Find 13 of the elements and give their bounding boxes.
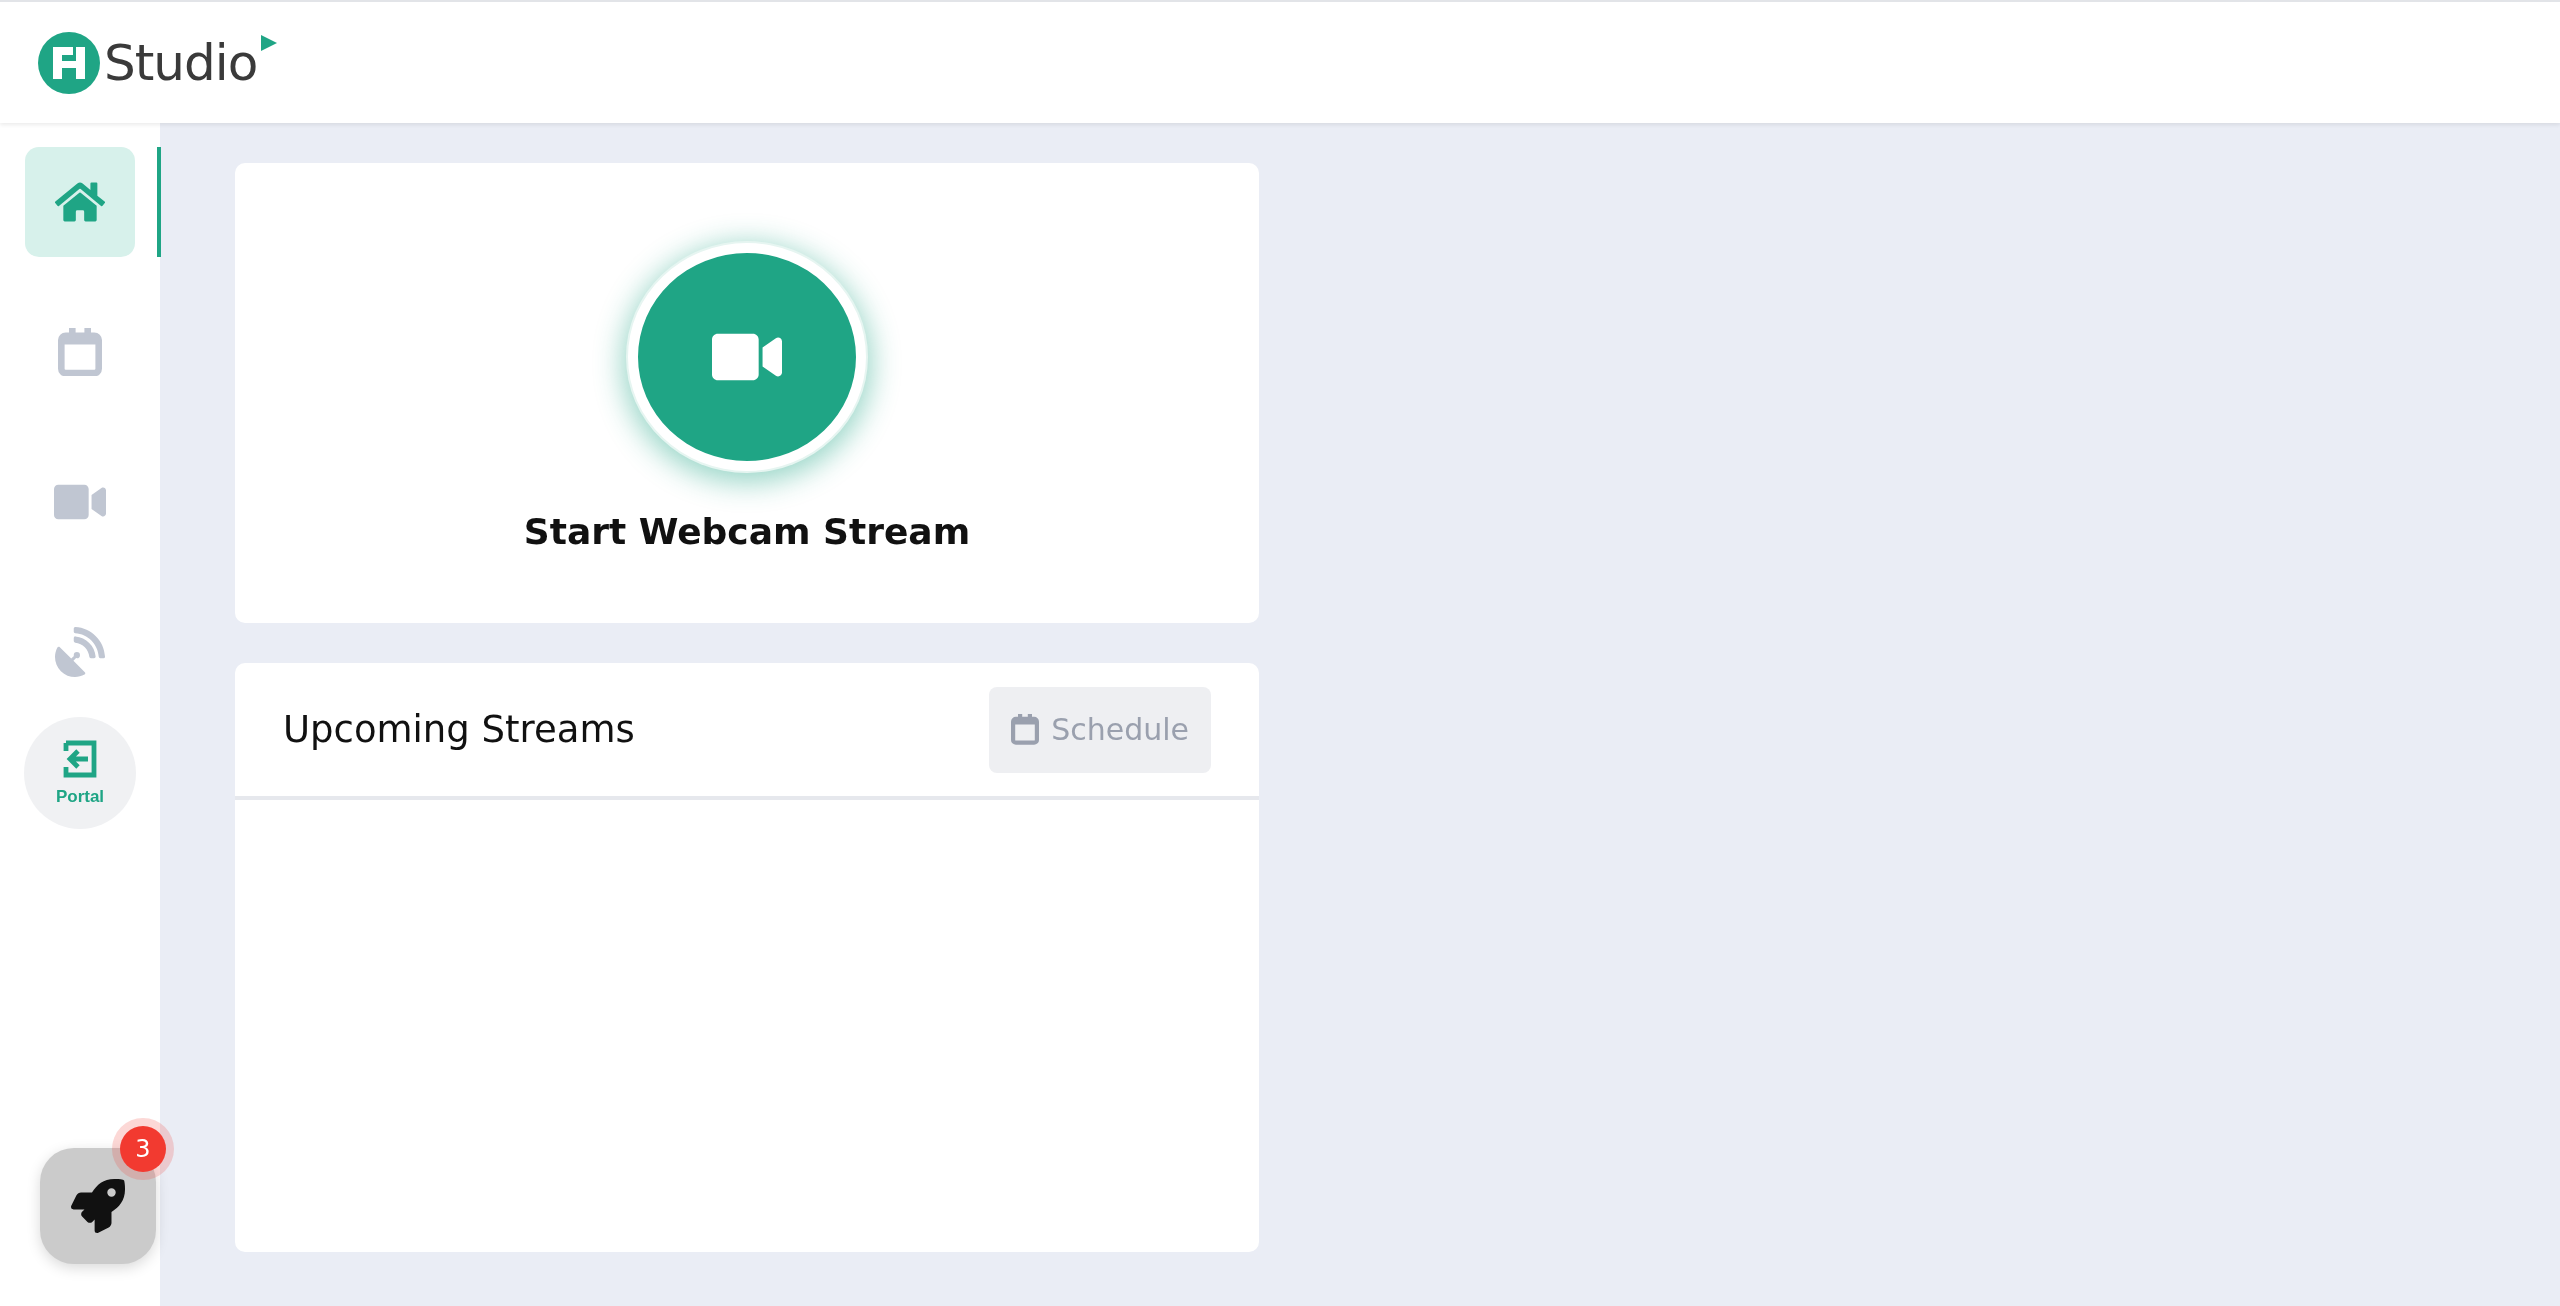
satellite-dish-icon	[55, 627, 105, 677]
start-webcam-button[interactable]	[628, 243, 866, 471]
calendar-icon	[1011, 714, 1040, 745]
start-stream-title: Start Webcam Stream	[523, 511, 971, 552]
notification-badge: 3	[120, 1126, 166, 1172]
logo-text: Studio	[104, 33, 258, 92]
upcoming-streams-title: Upcoming Streams	[283, 708, 635, 751]
play-triangle-icon	[261, 34, 278, 51]
portal-button[interactable]: Portal	[24, 717, 136, 829]
calendar-icon	[58, 327, 102, 377]
schedule-button[interactable]: Schedule	[989, 686, 1211, 773]
rocket-icon	[71, 1179, 125, 1233]
logo-icon	[38, 31, 100, 94]
